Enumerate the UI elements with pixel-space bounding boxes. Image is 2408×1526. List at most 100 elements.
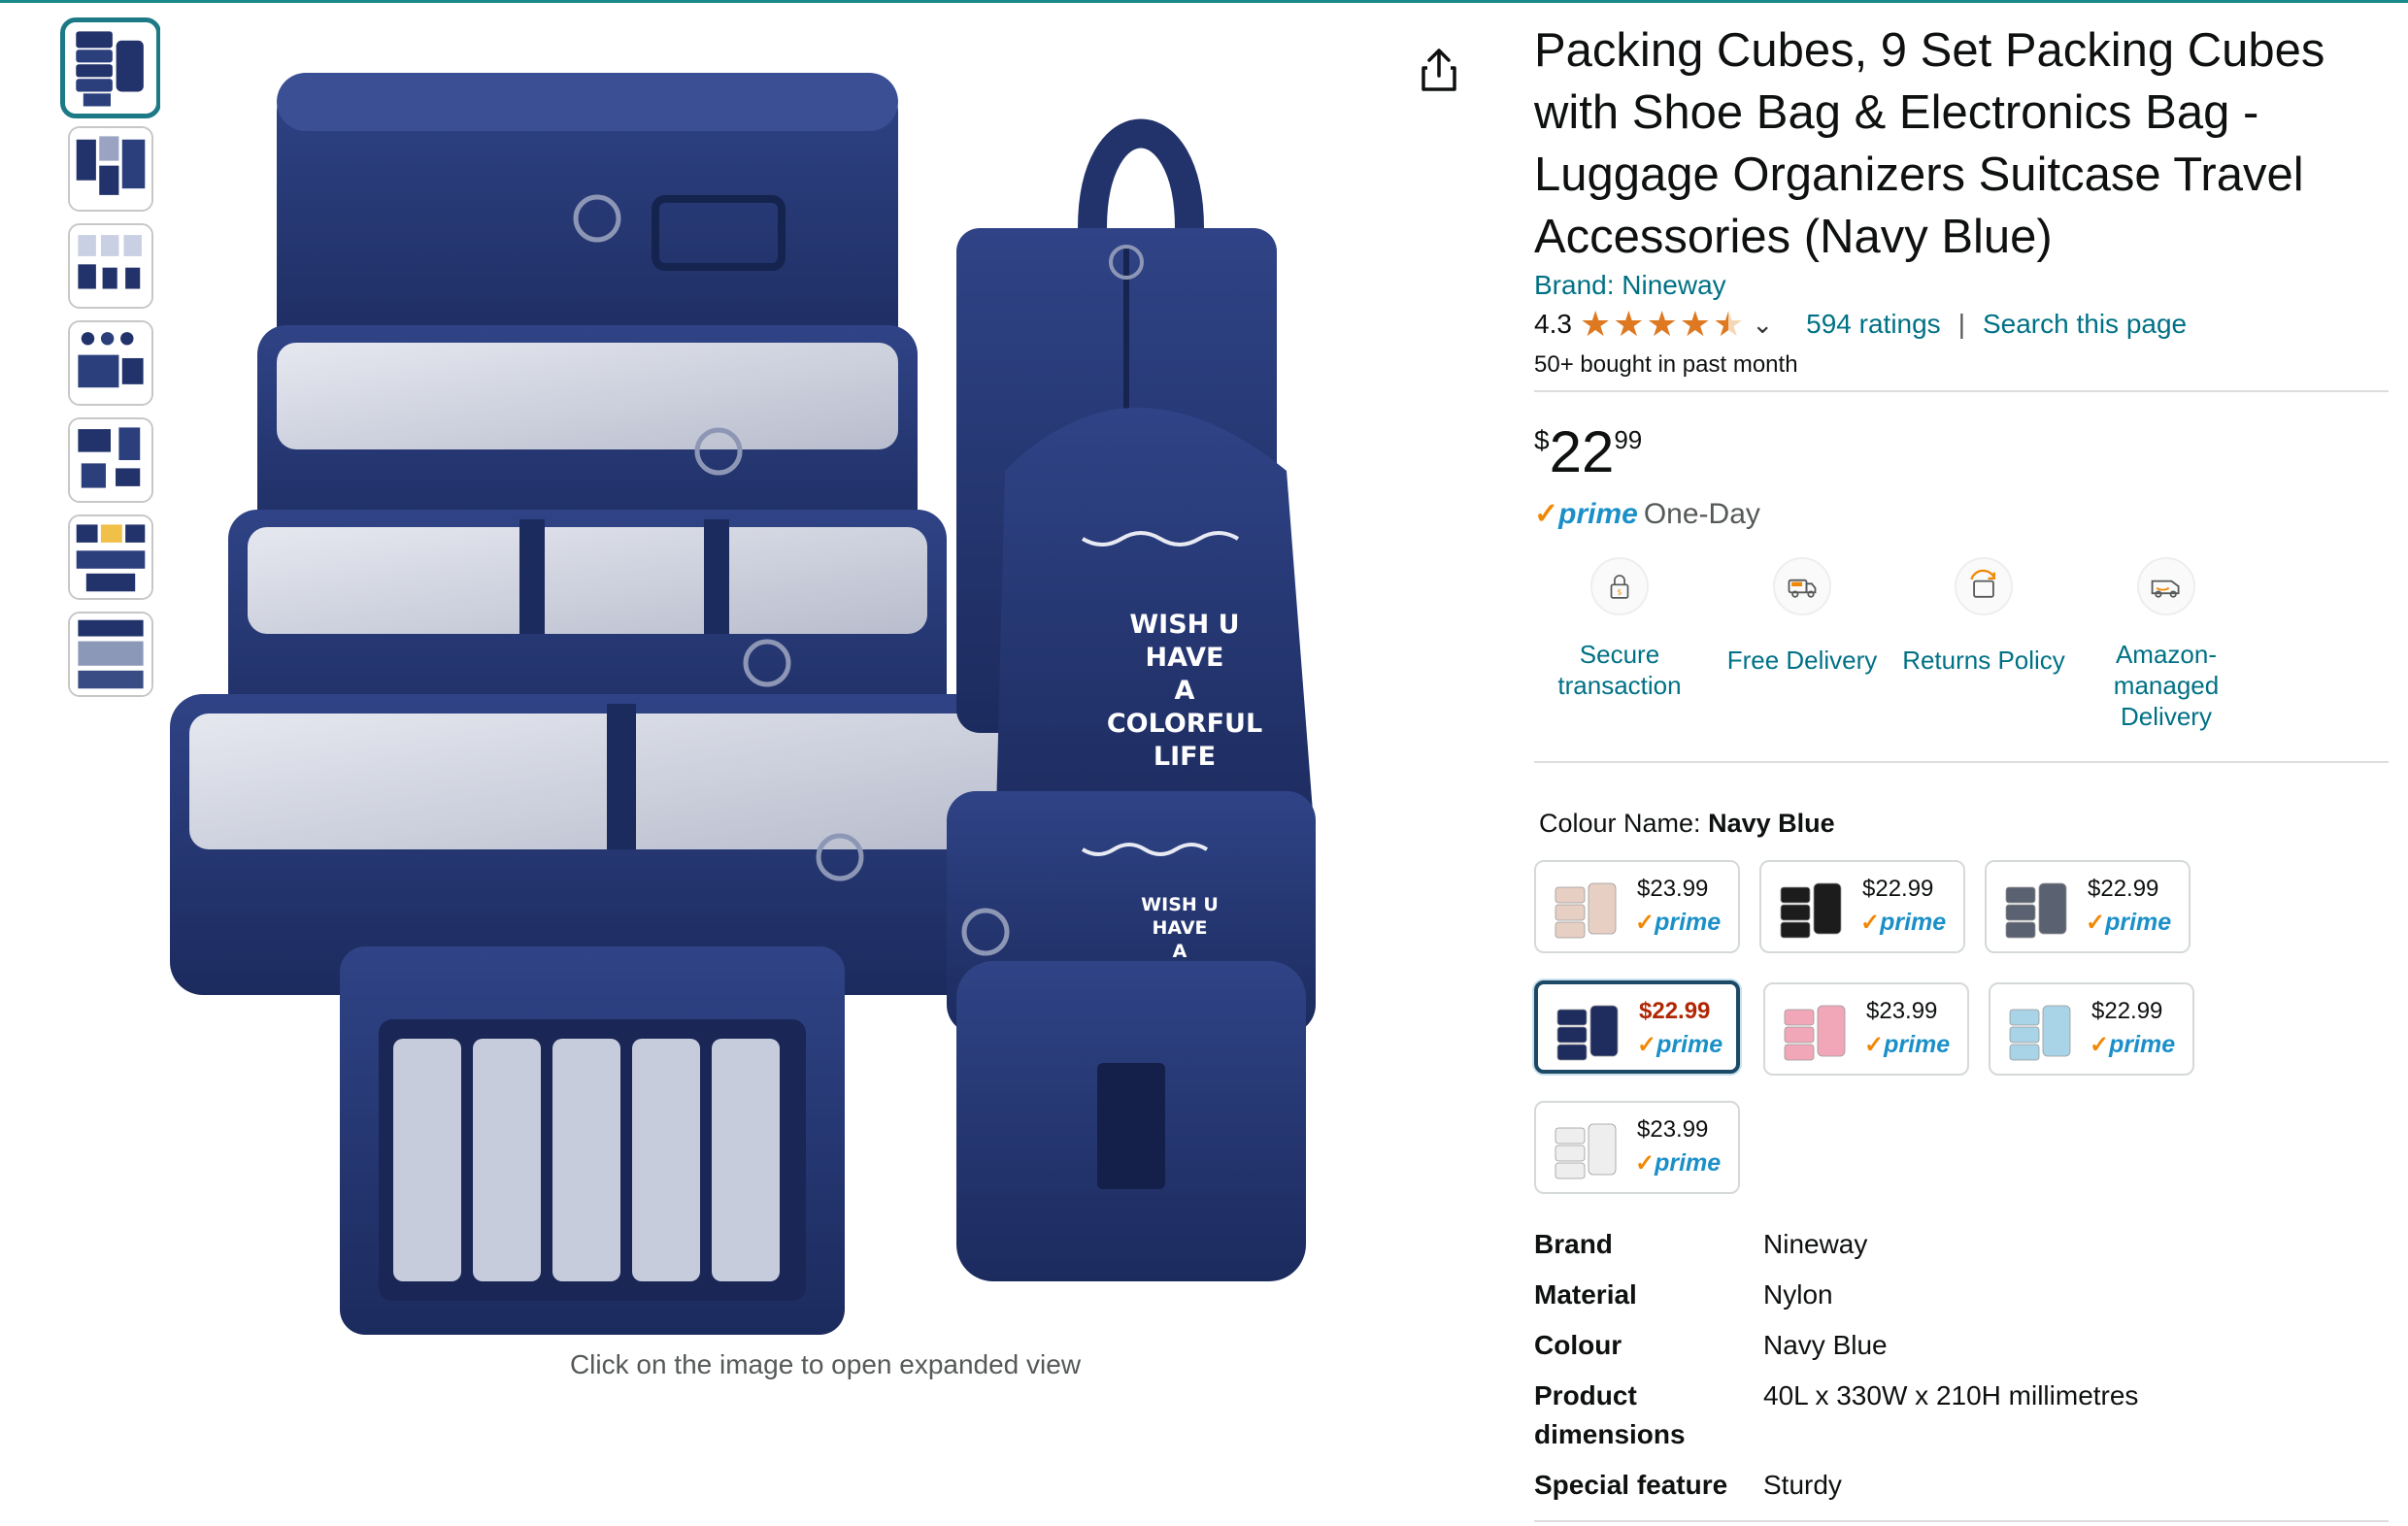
swatch-price: $22.99: [1862, 876, 1934, 902]
top-accent-line: [0, 0, 2408, 3]
badge-secure-transaction[interactable]: $ Secure transaction: [1522, 557, 1717, 701]
divider: [1534, 1520, 2389, 1522]
badge-free-delivery[interactable]: Free Delivery: [1705, 557, 1899, 676]
divider: [1534, 761, 2389, 763]
swatch-price: $22.99: [2088, 876, 2159, 902]
badge-label: Free Delivery: [1726, 646, 1878, 675]
thumbnail-7[interactable]: [68, 612, 153, 697]
swatch-price: $22.99: [1639, 998, 1711, 1024]
prime-check-icon: ✓: [1635, 910, 1656, 936]
swatch-prime-badge: ✓prime: [1635, 909, 1721, 937]
swatch-prime-badge: ✓prime: [1637, 1031, 1722, 1059]
prime-badge: ✓ prime One-Day: [1534, 497, 1760, 531]
prime-logo: prime: [2105, 909, 2172, 936]
truck-icon: [1773, 557, 1831, 615]
badge-amazon-managed-delivery[interactable]: Amazon-managed Delivery: [2069, 557, 2263, 732]
prime-logo: prime: [1656, 1031, 1723, 1058]
colour-name: Colour Name: Navy Blue: [1539, 809, 1835, 839]
thumbnail-3[interactable]: [68, 223, 153, 309]
spec-value: 40L x 330W x 210H millimetres: [1763, 1380, 2139, 1410]
star-full-icon: ★: [1579, 304, 1612, 344]
prime-logo: prime: [1558, 497, 1638, 530]
swatch-thumbnail: [2009, 1005, 2071, 1061]
print-line: WISH U: [1129, 610, 1240, 640]
swatch-thumbnail: [1555, 882, 1617, 939]
search-this-page-link[interactable]: Search this page: [1983, 309, 2187, 340]
thumbnail-2[interactable]: [68, 126, 153, 212]
swatch-price: $23.99: [1637, 876, 1709, 902]
prime-logo: prime: [1655, 909, 1722, 936]
badge-label: Secure transaction: [1557, 640, 1682, 700]
print-line: HAVE: [1145, 643, 1224, 673]
swatch-price: $23.99: [1866, 998, 1938, 1024]
swatch-prime-badge: ✓prime: [2090, 1031, 2175, 1059]
thumbnail-6[interactable]: [68, 514, 153, 600]
pouch-print: WISH U HAVE A: [1121, 893, 1238, 963]
prime-logo: prime: [1880, 909, 1947, 936]
spec-key: Special feature: [1534, 1470, 1728, 1500]
star-rating[interactable]: ★ ★ ★ ★ ★: [1580, 307, 1744, 342]
swatch-thumbnail: [1555, 1123, 1617, 1179]
thumbnail-4[interactable]: [68, 320, 153, 406]
lock-icon: $: [1590, 557, 1649, 615]
print-line: A: [1172, 941, 1187, 962]
swatch-prime-badge: ✓prime: [1635, 1149, 1721, 1178]
prime-check-icon: ✓: [2090, 1032, 2110, 1058]
return-box-icon: [1955, 557, 2013, 615]
price-fraction: 99: [1614, 425, 1643, 454]
star-full-icon: ★: [1613, 304, 1645, 344]
image-caption: Click on the image to open expanded view: [569, 1349, 1082, 1379]
bought-in-past-month: 50+ bought in past month: [1534, 351, 1798, 378]
van-icon: [2137, 557, 2195, 615]
share-icon[interactable]: [1420, 47, 1458, 93]
drawstring-bag-print: WISH U HAVE A COLORFUL LIFE: [1097, 609, 1272, 774]
spec-key: Product dimensions: [1534, 1380, 1686, 1449]
prime-logo: prime: [1884, 1031, 1951, 1058]
colour-swatch[interactable]: $23.99 ✓prime: [1534, 860, 1740, 953]
swatch-thumbnail: [1780, 882, 1842, 939]
price: $ 22 99: [1534, 417, 1642, 487]
colour-swatch[interactable]: $22.99 ✓prime: [1534, 980, 1740, 1074]
divider: [1534, 390, 2389, 392]
spec-value: Navy Blue: [1763, 1330, 1888, 1360]
spec-value: Nineway: [1763, 1229, 1868, 1259]
prime-check-icon: ✓: [2086, 910, 2106, 936]
main-product-image[interactable]: WISH U HAVE A COLORFUL LIFE WISH U HAVE …: [160, 15, 1471, 1344]
prime-logo: prime: [1655, 1149, 1722, 1177]
price-symbol: $: [1534, 425, 1550, 455]
chevron-down-icon[interactable]: ⌄: [1752, 310, 1773, 340]
prime-check-icon: ✓: [1864, 1032, 1885, 1058]
star-half-icon: ★: [1713, 304, 1745, 344]
print-line: A: [1174, 676, 1195, 706]
swatch-prime-badge: ✓prime: [1860, 909, 1946, 937]
prime-check-icon: ✓: [1635, 1150, 1656, 1177]
colour-swatch[interactable]: $22.99 ✓prime: [1759, 860, 1965, 953]
print-line: LIFE: [1153, 742, 1217, 772]
thumbnail-1[interactable]: [60, 17, 161, 118]
product-title: Packing Cubes, 9 Set Packing Cubes with …: [1534, 24, 2325, 263]
spec-value: Nylon: [1763, 1279, 1833, 1310]
thumbnail-5[interactable]: [68, 417, 153, 503]
swatch-price: $22.99: [2091, 998, 2163, 1024]
ratings-count-link[interactable]: 594 ratings: [1806, 309, 1941, 340]
brand-link[interactable]: Brand: Nineway: [1534, 270, 1726, 301]
spec-value: Sturdy: [1763, 1470, 1842, 1500]
svg-text:$: $: [1618, 588, 1622, 597]
prime-check-icon: ✓: [1637, 1032, 1657, 1058]
colour-swatch[interactable]: $23.99 ✓prime: [1763, 982, 1969, 1076]
badge-returns-policy[interactable]: Returns Policy: [1887, 557, 2081, 676]
prime-speed: One-Day: [1643, 497, 1760, 530]
swatch-prime-badge: ✓prime: [2086, 909, 2171, 937]
star-full-icon: ★: [1646, 304, 1678, 344]
swatch-price: $23.99: [1637, 1116, 1709, 1143]
divider: |: [1957, 309, 1965, 339]
colour-label-text: Colour Name:: [1539, 809, 1701, 838]
trust-badges: $ Secure transaction Free Delivery Retur…: [1534, 557, 2389, 751]
colour-swatch[interactable]: $23.99 ✓prime: [1534, 1101, 1740, 1194]
swatch-thumbnail: [1556, 1005, 1619, 1061]
colour-swatch[interactable]: $22.99 ✓prime: [1985, 860, 2191, 953]
swatch-prime-badge: ✓prime: [1864, 1031, 1950, 1059]
colour-swatch[interactable]: $22.99 ✓prime: [1989, 982, 2194, 1076]
swatch-thumbnail: [1784, 1005, 1846, 1061]
star-full-icon: ★: [1679, 304, 1712, 344]
